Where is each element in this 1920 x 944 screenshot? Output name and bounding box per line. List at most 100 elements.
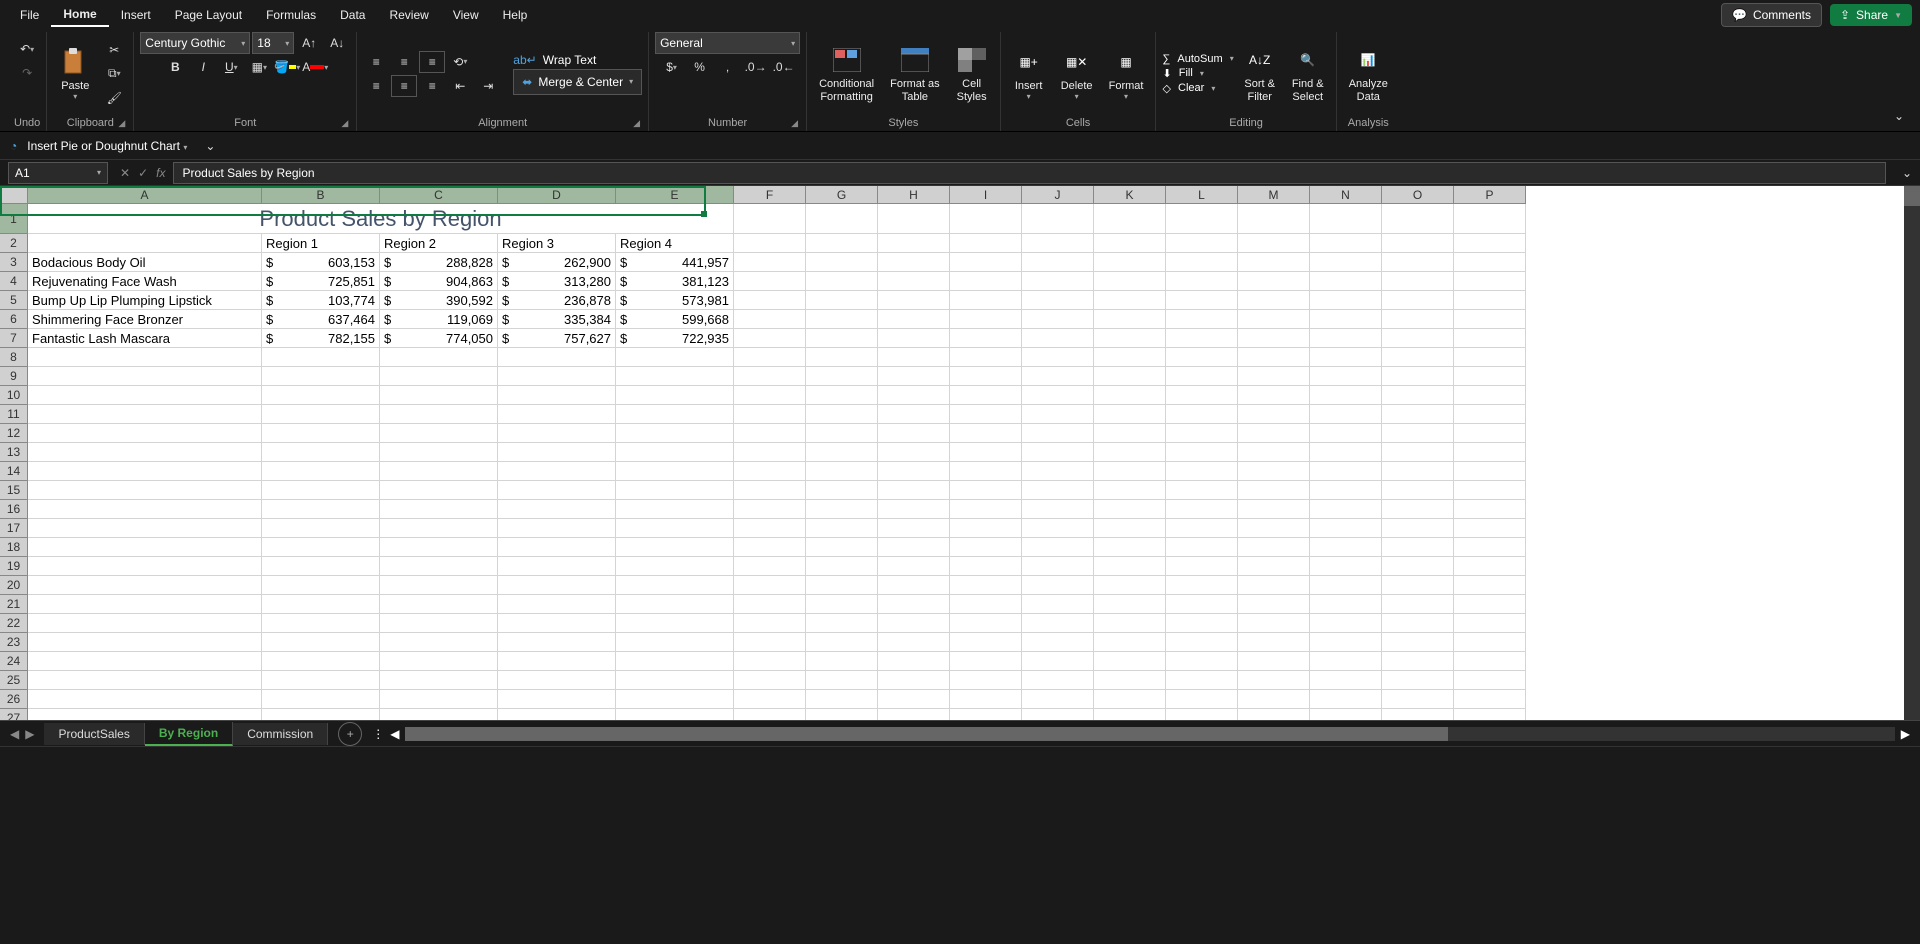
cell-empty[interactable] [806, 652, 878, 671]
paste-button[interactable]: Paste ▾ [53, 44, 97, 103]
menu-formulas[interactable]: Formulas [254, 4, 328, 26]
cell-empty[interactable] [1454, 310, 1526, 329]
cell-empty[interactable] [498, 633, 616, 652]
cell-empty[interactable] [1094, 690, 1166, 709]
region-header-2[interactable]: Region 2 [380, 234, 498, 253]
cell-empty[interactable] [616, 690, 734, 709]
cell-empty[interactable] [734, 671, 806, 690]
col-header-G[interactable]: G [806, 186, 878, 204]
menu-view[interactable]: View [441, 4, 491, 26]
cell-empty[interactable] [806, 291, 878, 310]
cell-empty[interactable] [1022, 709, 1094, 720]
row-header-25[interactable]: 25 [0, 671, 28, 690]
cell-empty[interactable] [1166, 204, 1238, 234]
merge-center-button[interactable]: ⬌ Merge & Center ▾ [513, 69, 642, 95]
cell-empty[interactable] [1166, 557, 1238, 576]
value-cell-4-0[interactable]: $782,155 [262, 329, 380, 348]
italic-button[interactable]: I [190, 56, 216, 78]
cell-empty[interactable] [950, 253, 1022, 272]
cell-empty[interactable] [1094, 500, 1166, 519]
col-header-O[interactable]: O [1382, 186, 1454, 204]
cell-empty[interactable] [498, 709, 616, 720]
cell-empty[interactable] [1238, 690, 1310, 709]
cell-empty[interactable] [1454, 538, 1526, 557]
cell-empty[interactable] [1166, 481, 1238, 500]
cell-empty[interactable] [950, 557, 1022, 576]
cell-empty[interactable] [1454, 481, 1526, 500]
cell-empty[interactable] [1238, 367, 1310, 386]
clear-button[interactable]: ◇ Clear ▾ [1162, 82, 1233, 95]
cell-empty[interactable] [1022, 500, 1094, 519]
value-cell-2-0[interactable]: $103,774 [262, 291, 380, 310]
cell-empty[interactable] [1382, 671, 1454, 690]
cell-empty[interactable] [1238, 595, 1310, 614]
cell-empty[interactable] [616, 633, 734, 652]
cell-empty[interactable] [950, 424, 1022, 443]
row-header-6[interactable]: 6 [0, 310, 28, 329]
cell-empty[interactable] [734, 272, 806, 291]
fx-button[interactable]: fx [156, 166, 165, 180]
cell-empty[interactable] [878, 652, 950, 671]
vertical-scrollbar[interactable] [1904, 186, 1920, 720]
cell-empty[interactable] [380, 576, 498, 595]
cell-empty[interactable] [498, 367, 616, 386]
product-cell-2[interactable]: Bump Up Lip Plumping Lipstick [28, 291, 262, 310]
cell-empty[interactable] [806, 500, 878, 519]
formula-input[interactable]: Product Sales by Region [173, 162, 1886, 184]
value-cell-4-2[interactable]: $757,627 [498, 329, 616, 348]
cell-empty[interactable] [1166, 367, 1238, 386]
row-header-9[interactable]: 9 [0, 367, 28, 386]
cell-empty[interactable] [878, 481, 950, 500]
region-header-3[interactable]: Region 3 [498, 234, 616, 253]
col-header-F[interactable]: F [734, 186, 806, 204]
cell-empty[interactable] [380, 386, 498, 405]
comma-button[interactable]: , [715, 56, 741, 78]
cell-empty[interactable] [1238, 310, 1310, 329]
cell-empty[interactable] [1382, 386, 1454, 405]
cell-empty[interactable] [806, 576, 878, 595]
cell-empty[interactable] [1310, 709, 1382, 720]
cell-empty[interactable] [498, 348, 616, 367]
cell-empty[interactable] [1454, 367, 1526, 386]
qat-dropdown[interactable]: ⌄ [197, 135, 223, 157]
row-header-15[interactable]: 15 [0, 481, 28, 500]
cell-empty[interactable] [1454, 443, 1526, 462]
menu-file[interactable]: File [8, 4, 51, 26]
row-header-7[interactable]: 7 [0, 329, 28, 348]
cell-empty[interactable] [1310, 443, 1382, 462]
cell-empty[interactable] [262, 424, 380, 443]
cell-empty[interactable] [806, 538, 878, 557]
row-header-23[interactable]: 23 [0, 633, 28, 652]
product-cell-0[interactable]: Bodacious Body Oil [28, 253, 262, 272]
cell-empty[interactable] [1382, 405, 1454, 424]
cell-empty[interactable] [878, 291, 950, 310]
row-header-2[interactable]: 2 [0, 234, 28, 253]
cell-empty[interactable] [28, 386, 262, 405]
cell-empty[interactable] [950, 500, 1022, 519]
cell-empty[interactable] [262, 519, 380, 538]
align-right-button[interactable]: ≡ [419, 75, 445, 97]
cell-empty[interactable] [1166, 291, 1238, 310]
insert-pie-chart-button[interactable]: Insert Pie or Doughnut Chart ▾ [27, 139, 187, 153]
cell-empty[interactable] [1310, 519, 1382, 538]
cell-empty[interactable] [1382, 633, 1454, 652]
cell-empty[interactable] [1454, 709, 1526, 720]
cell-empty[interactable] [616, 576, 734, 595]
cell-empty[interactable] [1022, 367, 1094, 386]
col-header-K[interactable]: K [1094, 186, 1166, 204]
cell-empty[interactable] [1238, 462, 1310, 481]
col-header-D[interactable]: D [498, 186, 616, 204]
cell-empty[interactable] [734, 204, 806, 234]
cell-empty[interactable] [498, 614, 616, 633]
number-format-combo[interactable]: General▾ [655, 32, 800, 54]
cell-empty[interactable] [878, 690, 950, 709]
cell-empty[interactable] [1166, 405, 1238, 424]
cell-empty[interactable] [734, 329, 806, 348]
cell-empty[interactable] [1022, 462, 1094, 481]
row-header-13[interactable]: 13 [0, 443, 28, 462]
cell-empty[interactable] [1382, 576, 1454, 595]
underline-button[interactable]: U▾ [218, 56, 244, 78]
alignment-launcher[interactable]: ◢ [633, 118, 640, 129]
cell-empty[interactable] [1022, 424, 1094, 443]
cell-empty[interactable] [1166, 462, 1238, 481]
